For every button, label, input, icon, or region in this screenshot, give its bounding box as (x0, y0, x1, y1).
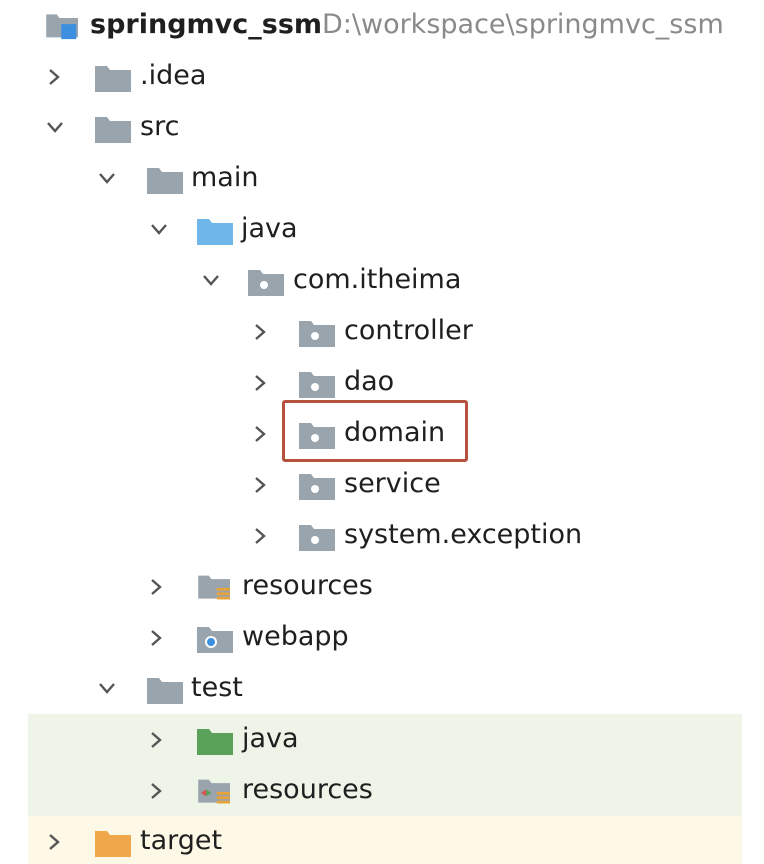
domain-highlight-box (282, 400, 468, 462)
chevron-right-icon[interactable] (142, 561, 170, 612)
tree-label: service (344, 468, 441, 499)
package-icon (299, 525, 335, 551)
tree-label: java (242, 723, 299, 754)
tree-row-service[interactable]: service (0, 459, 764, 510)
tree-row-system-exception[interactable]: system.exception (0, 510, 764, 561)
chevron-down-icon[interactable] (144, 204, 172, 255)
tree-label: target (140, 825, 223, 856)
chevron-right-icon[interactable] (40, 816, 68, 864)
tree-row-test[interactable]: test (0, 663, 764, 714)
tree-label: .idea (140, 60, 207, 91)
package-icon (248, 270, 284, 296)
chevron-right-icon[interactable] (246, 306, 274, 357)
tree-label: src (140, 111, 180, 142)
tree-row-resources[interactable]: resources (0, 561, 764, 612)
project-path: D:\workspace\springmvc_ssm (322, 9, 724, 40)
tree-label: controller (344, 315, 473, 346)
tree-row-webapp[interactable]: webapp (0, 612, 764, 663)
tree-label: resources (242, 570, 373, 601)
folder-icon (95, 117, 131, 143)
chevron-right-icon[interactable] (142, 765, 170, 816)
chevron-down-icon[interactable] (196, 255, 224, 306)
package-icon (299, 372, 335, 398)
chevron-right-icon[interactable] (246, 459, 274, 510)
project-name: springmvc_ssm (90, 9, 323, 40)
folder-icon (95, 66, 131, 92)
chevron-right-icon[interactable] (40, 51, 68, 102)
web-folder-icon (197, 627, 233, 653)
tree-row-main[interactable]: main (0, 153, 764, 204)
folder-icon (147, 168, 183, 194)
tree-label: test (191, 672, 243, 703)
tree-row-test-resources[interactable]: resources (0, 765, 764, 816)
package-icon (299, 321, 335, 347)
module-folder-icon (46, 14, 78, 40)
tree-label: com.itheima (293, 264, 462, 295)
project-tree: springmvc_ssm D:\workspace\springmvc_ssm… (0, 0, 764, 864)
excluded-folder-icon (95, 831, 131, 857)
tree-label: main (191, 162, 259, 193)
chevron-down-icon[interactable] (92, 663, 120, 714)
tree-label: java (241, 213, 298, 244)
chevron-right-icon[interactable] (246, 408, 274, 459)
tree-label: resources (242, 774, 373, 805)
resources-root-folder-icon (198, 575, 230, 600)
tree-row-target[interactable]: target (0, 816, 764, 864)
chevron-right-icon[interactable] (142, 612, 170, 663)
source-root-folder-icon (197, 219, 233, 245)
folder-icon (147, 678, 183, 704)
package-icon (299, 474, 335, 500)
chevron-right-icon[interactable] (142, 714, 170, 765)
tree-row-src[interactable]: src (0, 102, 764, 153)
tree-row-idea[interactable]: .idea (0, 51, 764, 102)
tree-row-test-java[interactable]: java (0, 714, 764, 765)
tree-label: dao (344, 366, 395, 397)
test-source-root-folder-icon (197, 729, 233, 755)
test-resources-root-folder-icon (198, 779, 230, 804)
tree-row-controller[interactable]: controller (0, 306, 764, 357)
tree-row-project[interactable]: springmvc_ssm D:\workspace\springmvc_ssm (0, 0, 764, 51)
tree-label: system.exception (344, 519, 583, 550)
chevron-down-icon[interactable] (92, 153, 120, 204)
tree-label: webapp (242, 621, 349, 652)
tree-row-com-itheima[interactable]: com.itheima (0, 255, 764, 306)
chevron-right-icon[interactable] (246, 510, 274, 561)
chevron-right-icon[interactable] (246, 357, 274, 408)
chevron-down-icon[interactable] (40, 102, 68, 153)
tree-row-java[interactable]: java (0, 204, 764, 255)
